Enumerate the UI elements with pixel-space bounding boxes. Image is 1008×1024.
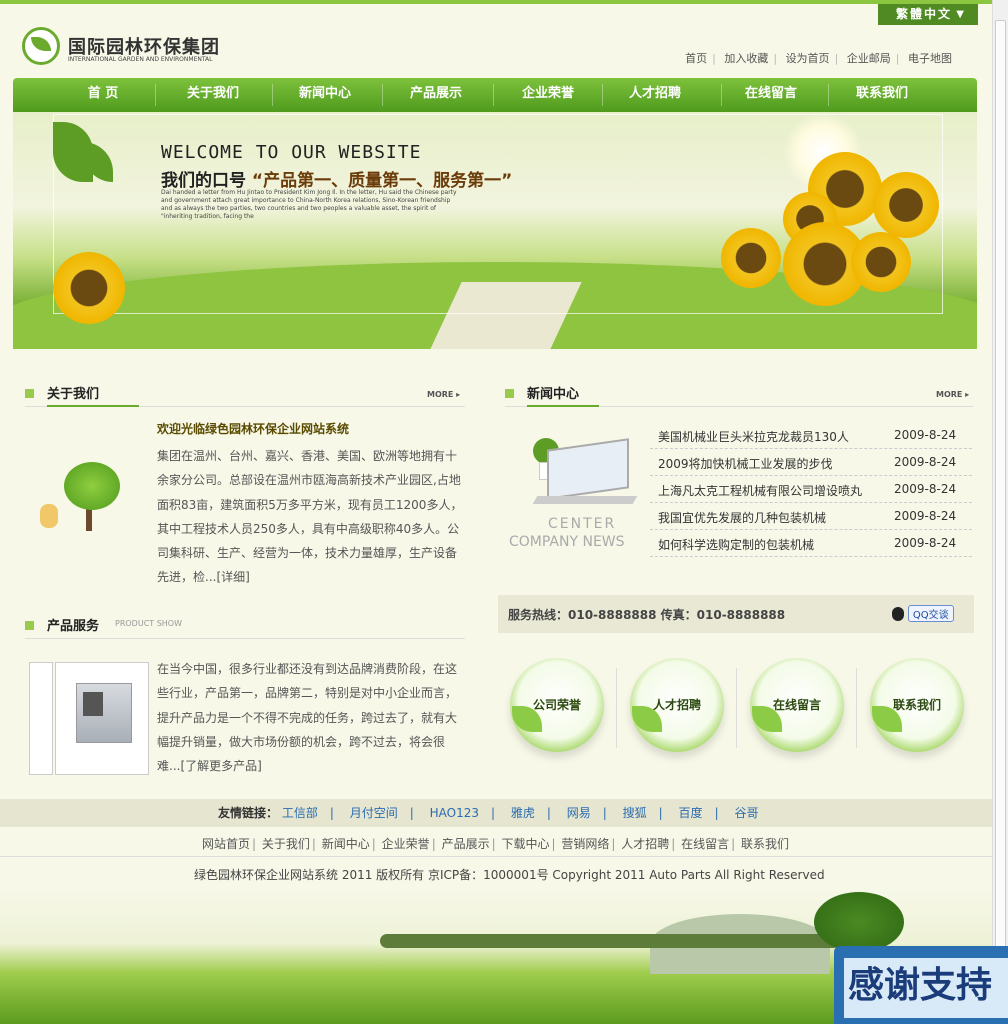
- friend-link[interactable]: 月付空间: [350, 806, 398, 820]
- footer-link[interactable]: 关于我们: [262, 837, 310, 851]
- products-subtitle: PRODUCT SHOW: [115, 619, 183, 628]
- top-link-map[interactable]: 电子地图: [908, 52, 952, 65]
- qq-chat-button[interactable]: QQ交谈: [892, 605, 954, 622]
- circle-button-honors[interactable]: 公司荣誉: [510, 658, 604, 752]
- banner-welcome: WELCOME TO OUR WEBSITE: [161, 142, 422, 163]
- top-links: 首页 | 加入收藏 | 设为首页 | 企业邮局 | 电子地图: [685, 52, 952, 65]
- top-link-favorite[interactable]: 加入收藏: [724, 52, 768, 65]
- circle-button-contact[interactable]: 联系我们: [870, 658, 964, 752]
- nav-item-message[interactable]: 在线留言: [721, 78, 821, 112]
- footer-link[interactable]: 网站首页: [202, 837, 250, 851]
- news-more-link[interactable]: MORE ▸: [936, 390, 969, 399]
- hero-banner: WELCOME TO OUR WEBSITE 我们的口号 “产品第一、质量第一、…: [13, 112, 977, 349]
- list-item[interactable]: 如何科学选购定制的包装机械 2009-8-24: [650, 530, 972, 557]
- square-bullet-icon: [25, 389, 34, 398]
- nav-item-about[interactable]: 关于我们: [163, 78, 263, 112]
- qq-chat-label: QQ交谈: [907, 605, 954, 622]
- thanks-popup-banner[interactable]: 感谢支持: [834, 946, 1008, 1024]
- footer-link[interactable]: 在线留言: [681, 837, 729, 851]
- about-more-link[interactable]: MORE ▸: [427, 390, 460, 399]
- sunflower-graphic: [873, 172, 939, 238]
- product-thumbnail[interactable]: [55, 662, 149, 775]
- products-section-title: 产品服务 PRODUCT SHOW: [25, 615, 465, 639]
- top-link-mail[interactable]: 企业邮局: [847, 52, 891, 65]
- about-title: 关于我们: [47, 387, 100, 402]
- friend-link[interactable]: 谷哥: [734, 806, 758, 820]
- footer-link[interactable]: 营销网络: [561, 837, 609, 851]
- footer-link[interactable]: 产品展示: [442, 837, 490, 851]
- about-body: 集团在温州、台州、嘉兴、香港、美国、欧洲等地拥有十余家分公司。总部设在温州市瓯海…: [157, 449, 463, 585]
- main-nav: 首 页 关于我们 新闻中心 产品展示 企业荣誉 人才招聘 在线留言 联系我们: [13, 78, 977, 112]
- list-item[interactable]: 上海凡太克工程机械有限公司增设喷丸 2009-8-24: [650, 476, 972, 503]
- news-section-title: 新闻中心: [505, 383, 973, 407]
- nav-item-contact[interactable]: 联系我们: [832, 78, 932, 112]
- friend-links-bar: 友情链接： 工信部 | 月付空间 | HAO123 | 雅虎 | 网易 | 搜狐 | 百度 |…: [0, 799, 992, 827]
- footer-link[interactable]: 新闻中心: [322, 837, 370, 851]
- quick-links: 公司荣誉 人才招聘 在线留言 联系我们: [498, 648, 974, 758]
- penguin-icon: [892, 606, 904, 621]
- page-scrollbar[interactable]: [992, 0, 1008, 1024]
- news-title: 新闻中心: [527, 387, 580, 402]
- circle-button-message[interactable]: 在线留言: [750, 658, 844, 752]
- friend-link[interactable]: 工信部: [282, 806, 318, 820]
- nav-item-jobs[interactable]: 人才招聘: [605, 78, 705, 112]
- sunflower-graphic: [53, 252, 125, 324]
- logo-en-name: INTERNATIONAL GARDEN AND ENVIRONMENTAL: [68, 56, 213, 63]
- list-item[interactable]: 我国宜优先发展的几种包装机械 2009-8-24: [650, 503, 972, 530]
- friend-link[interactable]: 网易: [567, 806, 591, 820]
- list-item[interactable]: 2009将加快机械工业发展的步伐 2009-8-24: [650, 449, 972, 476]
- circuit-breaker-image: [76, 683, 132, 743]
- service-hotline-bar: 服务热线：010-8888888 传真：010-8888888 QQ交谈: [498, 595, 974, 633]
- products-body: 在当今中国，很多行业都还没有到达品牌消费阶段，在这些行业，产品第一，品牌第二，特…: [157, 662, 458, 774]
- footer-link[interactable]: 人才招聘: [621, 837, 669, 851]
- friend-links-label: 友情链接：: [218, 806, 279, 820]
- footer-link[interactable]: 企业荣誉: [382, 837, 430, 851]
- banner-paragraph: Dai handed a letter from Hu Jintao to Pr…: [161, 189, 457, 220]
- nav-item-products[interactable]: 产品展示: [386, 78, 486, 112]
- news-center-image: CENTER COMPANY NEWS: [505, 430, 638, 552]
- friend-link[interactable]: 百度: [679, 806, 703, 820]
- banner-slogan: 我们的口号 “产品第一、质量第一、服务第一”: [161, 171, 513, 191]
- footer-link[interactable]: 下载中心: [501, 837, 549, 851]
- square-bullet-icon: [505, 389, 514, 398]
- nav-item-honors[interactable]: 企业荣誉: [498, 78, 598, 112]
- footer-link[interactable]: 联系我们: [741, 837, 789, 851]
- thanks-text: 感谢支持: [848, 965, 993, 1006]
- products-title: 产品服务: [47, 619, 100, 634]
- copyright-text: 绿色园林环保企业网站系统 2011 版权所有 京ICP备：1000001号 Co…: [194, 868, 825, 882]
- about-section-title: 关于我们: [25, 383, 465, 407]
- friend-link[interactable]: 雅虎: [511, 806, 535, 820]
- friend-link[interactable]: 搜狐: [623, 806, 647, 820]
- circle-button-jobs[interactable]: 人才招聘: [630, 658, 724, 752]
- list-item[interactable]: 美国机械业巨头米拉克龙裁员130人 2009-8-24: [650, 422, 972, 449]
- top-accent-line: [0, 0, 1008, 4]
- top-link-home[interactable]: 首页: [685, 52, 707, 65]
- scrollbar-thumb[interactable]: [995, 20, 1006, 980]
- site-logo[interactable]: 国际园林环保集团 INTERNATIONAL GARDEN AND ENVIRO…: [22, 27, 262, 67]
- about-heading[interactable]: 欢迎光临绿色园林环保企业网站系统: [157, 420, 349, 437]
- nav-item-home[interactable]: 首 页: [53, 78, 153, 112]
- news-list: 美国机械业巨头米拉克龙裁员130人 2009-8-24 2009将加快机械工业发展…: [650, 422, 972, 557]
- about-detail-link[interactable]: [详细]: [216, 570, 249, 584]
- about-tree-image: [36, 456, 126, 536]
- traditional-chinese-button[interactable]: 繁體中文 ▼: [878, 4, 978, 25]
- product-thumbnail[interactable]: [29, 662, 53, 775]
- friend-link[interactable]: HAO123: [430, 806, 479, 820]
- hotline-text: 服务热线：010-8888888 传真：010-8888888: [508, 608, 786, 622]
- footer-nav: 网站首页 | 关于我们 | 新闻中心 | 企业荣誉 | 产品展示 | 下载中心 | 营销网络…: [0, 827, 992, 857]
- top-link-set-home[interactable]: 设为首页: [786, 52, 830, 65]
- sunflower-graphic: [851, 232, 911, 292]
- products-more-link[interactable]: [了解更多产品]: [180, 759, 261, 773]
- nav-item-news[interactable]: 新闻中心: [275, 78, 375, 112]
- chevron-down-icon: ▼: [956, 9, 966, 20]
- square-bullet-icon: [25, 621, 34, 630]
- lang-button-label: 繁體中文: [896, 7, 953, 21]
- sunflower-graphic: [721, 228, 781, 288]
